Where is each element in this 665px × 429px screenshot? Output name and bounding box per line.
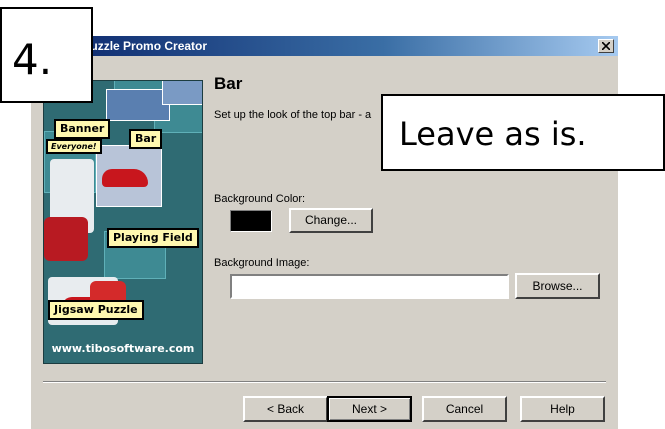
background-color-swatch xyxy=(230,210,272,232)
callout-bar: Bar xyxy=(129,129,163,149)
next-button[interactable]: Next > xyxy=(327,396,412,422)
back-button[interactable]: < Back xyxy=(243,396,328,422)
promo-url: www.tibosoftware.com xyxy=(51,342,195,355)
background-color-label: Background Color: xyxy=(214,193,306,205)
note-text: Leave as is. xyxy=(399,115,587,153)
callout-jigsaw-puzzle: Jigsaw Puzzle xyxy=(48,300,144,320)
background-image-input[interactable] xyxy=(230,274,509,299)
note-annotation: Leave as is. xyxy=(381,94,665,171)
title-bar[interactable]: Jigsaw Puzzle Promo Creator xyxy=(31,36,618,56)
step-number-text: 4. xyxy=(12,35,53,84)
change-color-button[interactable]: Change... xyxy=(289,208,373,233)
help-button[interactable]: Help xyxy=(520,396,605,422)
page-description: Set up the look of the top bar - a xyxy=(214,109,372,121)
callout-banner: Banner xyxy=(54,119,111,139)
close-button[interactable] xyxy=(598,39,614,53)
callout-everyone: Everyone! xyxy=(46,139,102,154)
footer-separator xyxy=(43,381,606,383)
background-image-label: Background Image: xyxy=(214,257,310,269)
close-icon xyxy=(602,42,610,50)
promo-preview-image: Banner Everyone! Bar Playing Field Jigsa… xyxy=(43,80,203,364)
browse-button[interactable]: Browse... xyxy=(515,273,600,299)
page-title: Bar xyxy=(214,74,243,93)
callout-playing-field: Playing Field xyxy=(107,228,199,248)
cancel-button[interactable]: Cancel xyxy=(422,396,507,422)
step-number-annotation: 4. xyxy=(0,7,93,103)
